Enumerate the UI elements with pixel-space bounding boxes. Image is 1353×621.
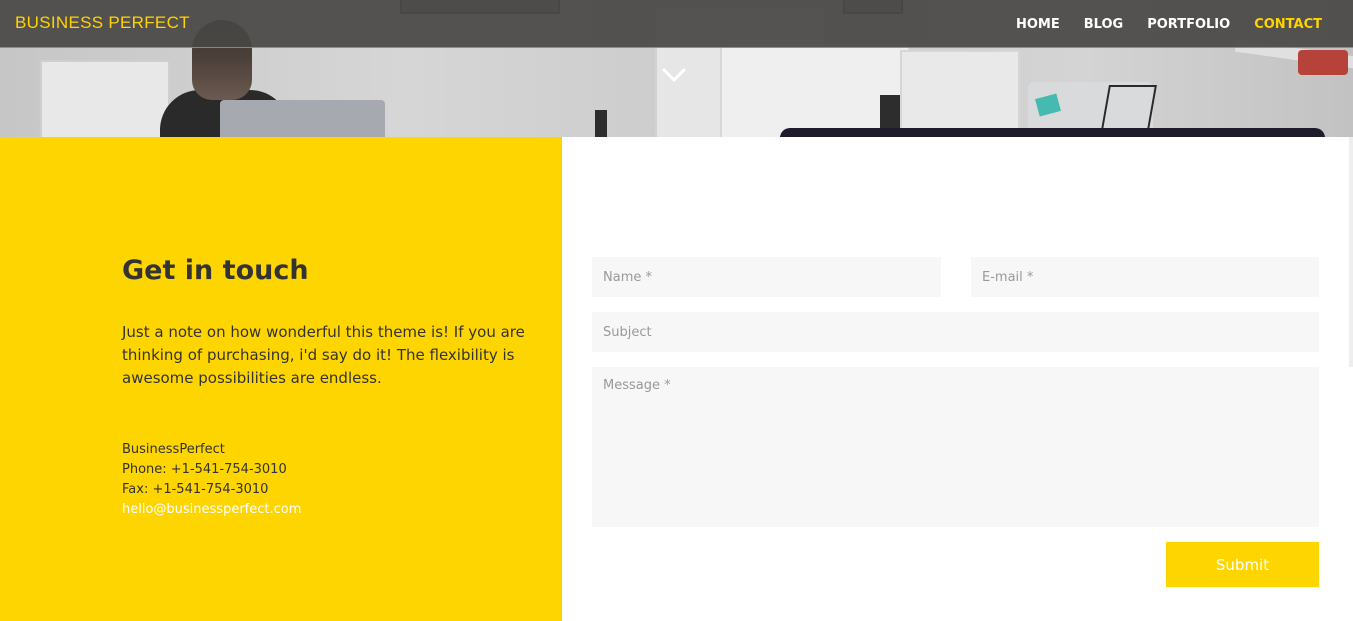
fax-number: Fax: +1-541-754-3010: [122, 482, 269, 497]
nav-home[interactable]: HOME: [1016, 17, 1060, 32]
top-navbar: BUSINESS PERFECT HOME BLOG PORTFOLIO CON…: [0, 0, 1353, 48]
main-nav: HOME BLOG PORTFOLIO CONTACT: [1016, 0, 1322, 48]
monitor-stand: [595, 110, 607, 137]
office-monitor: [900, 50, 1020, 137]
office-monitor: [40, 60, 170, 137]
name-input[interactable]: [592, 257, 941, 297]
desk-surface: [780, 128, 1325, 137]
site-logo[interactable]: BUSINESS PERFECT: [15, 13, 190, 33]
submit-button[interactable]: Submit: [1166, 542, 1319, 587]
subject-input[interactable]: [592, 312, 1319, 352]
page-title: Get in touch: [122, 255, 309, 286]
company-name: BusinessPerfect: [122, 442, 225, 457]
email-link[interactable]: hello@businessperfect.com: [122, 500, 301, 520]
intro-text: Just a note on how wonderful this theme …: [122, 323, 525, 387]
phone-number: Phone: +1-541-754-3010: [122, 462, 287, 477]
contact-info-panel: Get in touch Just a note on how wonderfu…: [0, 137, 562, 621]
office-laptop: [220, 100, 385, 137]
email-input[interactable]: [971, 257, 1319, 297]
contact-details: BusinessPerfect Phone: +1-541-754-3010 F…: [122, 440, 301, 520]
desk-lamp: [1101, 85, 1157, 130]
chevron-down-icon[interactable]: [661, 66, 687, 84]
nav-blog[interactable]: BLOG: [1084, 17, 1123, 32]
nav-contact[interactable]: CONTACT: [1254, 17, 1322, 32]
message-textarea[interactable]: [592, 367, 1319, 527]
page-scrollbar[interactable]: [1349, 137, 1353, 367]
red-box: [1298, 50, 1348, 75]
nav-portfolio[interactable]: PORTFOLIO: [1147, 17, 1230, 32]
